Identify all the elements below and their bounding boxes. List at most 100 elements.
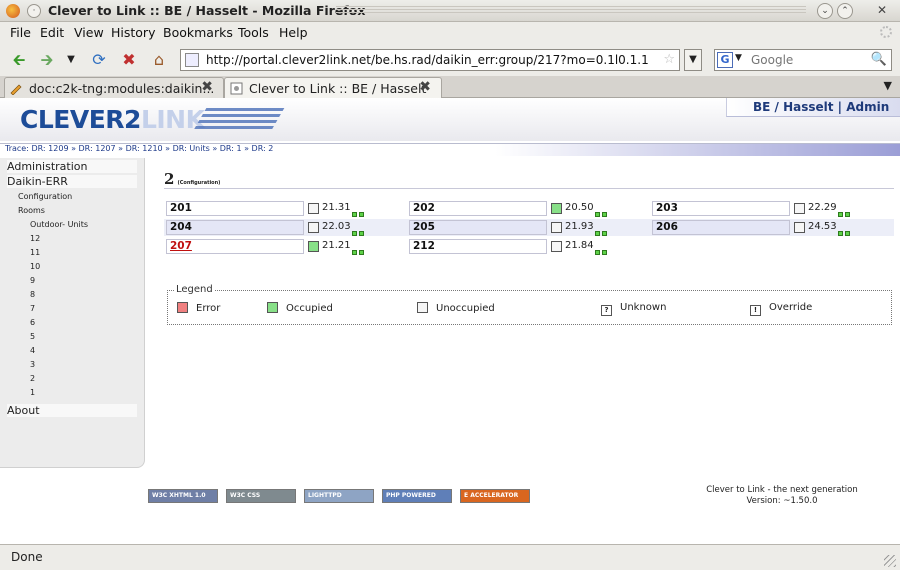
page-viewport: CLEVER2LINK BE / Hasselt | Admin Trace: … bbox=[0, 98, 900, 544]
tab-list-dropdown-icon[interactable]: ▼ bbox=[884, 79, 892, 92]
sidebar-item[interactable]: 4 bbox=[30, 346, 160, 355]
unit-status-icon bbox=[595, 244, 609, 255]
breadcrumb: Trace: DR: 1209 » DR: 1207 » DR: 1210 » … bbox=[0, 143, 900, 156]
close-window-button[interactable]: ✕ bbox=[874, 3, 890, 19]
menu-tools[interactable]: Tools bbox=[238, 25, 269, 40]
tab-daikin-doc[interactable]: doc:c2k-tng:modules:daikin... ✖ bbox=[4, 77, 224, 98]
navigation-toolbar: 🡰 🡲 ▼ ⟳ ✖ ⌂ http://portal.clever2link.ne… bbox=[0, 44, 900, 76]
sidebar-item[interactable]: 10 bbox=[30, 262, 160, 271]
validator-badge[interactable]: LIGHTTPD bbox=[304, 489, 374, 503]
occupancy-indicator bbox=[308, 241, 319, 252]
validator-badge[interactable]: PHP POWERED bbox=[382, 489, 452, 503]
validator-badge[interactable]: W3C XHTML 1.0 bbox=[148, 489, 218, 503]
sidebar-item[interactable]: Administration bbox=[7, 160, 137, 173]
unit-status-icon bbox=[595, 225, 609, 236]
room-cell: 203 22.29 bbox=[650, 200, 890, 217]
sidebar-item[interactable]: Outdoor- Units bbox=[30, 220, 160, 229]
breadcrumb-trail[interactable]: Trace: DR: 1209 » DR: 1207 » DR: 1210 » … bbox=[5, 144, 273, 153]
sidebar-item[interactable]: 6 bbox=[30, 318, 160, 327]
forward-arrow-icon[interactable]: 🡲 bbox=[36, 49, 58, 71]
room-name-link[interactable]: 201 bbox=[166, 201, 304, 216]
sidebar-item[interactable]: 9 bbox=[30, 276, 160, 285]
search-input[interactable] bbox=[751, 53, 871, 67]
room-row: 201 21.31 202 20.50 203 22.29 bbox=[164, 200, 894, 217]
search-engine-dropdown-icon[interactable]: ▼ bbox=[735, 53, 742, 63]
room-cell: 202 20.50 bbox=[407, 200, 647, 217]
maximize-button[interactable]: ⌃ bbox=[837, 3, 853, 19]
occupancy-indicator bbox=[551, 241, 562, 252]
sidebar-item[interactable]: 1 bbox=[30, 388, 160, 397]
room-name-link[interactable]: 204 bbox=[166, 220, 304, 235]
bookmark-star-icon[interactable]: ☆ bbox=[663, 52, 675, 67]
history-dropdown-icon[interactable]: ▼ bbox=[64, 49, 78, 71]
room-temperature: 22.29 bbox=[808, 202, 837, 213]
footer-version: Version: ~1.50.0 bbox=[746, 496, 818, 506]
legend-item: Occupied bbox=[267, 302, 333, 314]
validator-badge[interactable]: E ACCELERATOR bbox=[460, 489, 530, 503]
legend-swatch bbox=[417, 302, 428, 313]
sidebar-item[interactable]: Daikin-ERR bbox=[7, 175, 137, 188]
site-identity-icon[interactable] bbox=[185, 53, 199, 67]
menu-help[interactable]: Help bbox=[279, 25, 308, 40]
url-bar[interactable]: http://portal.clever2link.net/be.hs.rad/… bbox=[180, 49, 680, 71]
validator-badge[interactable]: W3C CSS bbox=[226, 489, 296, 503]
sidebar-item[interactable]: 5 bbox=[30, 332, 160, 341]
room-name-link[interactable]: 207 bbox=[166, 239, 304, 254]
room-name-link[interactable]: 205 bbox=[409, 220, 547, 235]
search-bar[interactable]: G ▼ 🔍 bbox=[714, 49, 892, 71]
sidebar-item[interactable]: Rooms bbox=[18, 206, 148, 215]
unit-status-icon bbox=[352, 244, 366, 255]
room-name-link[interactable]: 206 bbox=[652, 220, 790, 235]
sidebar-item[interactable]: 2 bbox=[30, 374, 160, 383]
legend-swatch bbox=[267, 302, 278, 313]
legend-label: Occupied bbox=[286, 303, 333, 314]
room-name-link[interactable]: 203 bbox=[652, 201, 790, 216]
home-icon[interactable]: ⌂ bbox=[148, 49, 170, 71]
site-logo[interactable]: CLEVER2LINK bbox=[20, 105, 205, 134]
sidebar-item[interactable]: 3 bbox=[30, 360, 160, 369]
titlebar-grip bbox=[336, 6, 806, 15]
room-row: 204 22.03 205 21.93 206 24.53 bbox=[164, 219, 894, 236]
minimize-button[interactable]: ⌄ bbox=[817, 3, 833, 19]
sidebar-item[interactable]: 7 bbox=[30, 304, 160, 313]
url-text[interactable]: http://portal.clever2link.net/be.hs.rad/… bbox=[206, 53, 649, 67]
tab-close-icon[interactable]: ✖ bbox=[419, 79, 431, 95]
reload-icon[interactable]: ⟳ bbox=[88, 49, 110, 71]
menu-view[interactable]: View bbox=[74, 25, 104, 40]
user-box: BE / Hasselt | Admin bbox=[726, 98, 900, 117]
menu-bookmarks[interactable]: Bookmarks bbox=[163, 25, 233, 40]
room-temperature: 24.53 bbox=[808, 221, 837, 232]
room-name-link[interactable]: 212 bbox=[409, 239, 547, 254]
search-engine-icon[interactable]: G bbox=[717, 52, 733, 68]
tab-clever-to-link[interactable]: Clever to Link :: BE / Hasselt ✖ bbox=[224, 77, 442, 99]
room-temperature: 21.93 bbox=[565, 221, 594, 232]
search-icon[interactable]: 🔍 bbox=[871, 52, 887, 67]
sidebar-item[interactable]: 12 bbox=[30, 234, 160, 243]
occupancy-indicator bbox=[308, 222, 319, 233]
room-cell: 206 24.53 bbox=[650, 219, 890, 236]
room-row: 207 21.21 212 21.84 bbox=[164, 238, 894, 255]
footer-tagline: Clever to Link - the next generation bbox=[706, 485, 858, 495]
room-temperature: 21.31 bbox=[322, 202, 351, 213]
sidebar-item[interactable]: 11 bbox=[30, 248, 160, 257]
tab-close-icon[interactable]: ✖ bbox=[201, 79, 213, 95]
stop-icon[interactable]: ✖ bbox=[118, 49, 140, 71]
sidebar-item[interactable]: Configuration bbox=[18, 192, 148, 201]
resize-grip-icon[interactable] bbox=[884, 555, 896, 567]
url-dropdown-button[interactable]: ▼ bbox=[684, 49, 702, 71]
menu-history[interactable]: History bbox=[111, 25, 155, 40]
sidebar-item[interactable]: 8 bbox=[30, 290, 160, 299]
menu-file[interactable]: File bbox=[10, 25, 31, 40]
back-arrow-icon[interactable]: 🡰 bbox=[8, 49, 30, 71]
room-cell: 201 21.31 bbox=[164, 200, 404, 217]
legend-title: Legend bbox=[174, 284, 215, 295]
unit-status-icon bbox=[352, 225, 366, 236]
sidebar-item[interactable]: About bbox=[7, 404, 137, 417]
firefox-icon bbox=[6, 4, 20, 18]
pin-icon[interactable]: · bbox=[27, 4, 41, 18]
menu-edit[interactable]: Edit bbox=[40, 25, 64, 40]
room-name-link[interactable]: 202 bbox=[409, 201, 547, 216]
user-label[interactable]: BE / Hasselt | Admin bbox=[753, 100, 889, 114]
room-temperature: 20.50 bbox=[565, 202, 594, 213]
occupancy-indicator bbox=[551, 222, 562, 233]
